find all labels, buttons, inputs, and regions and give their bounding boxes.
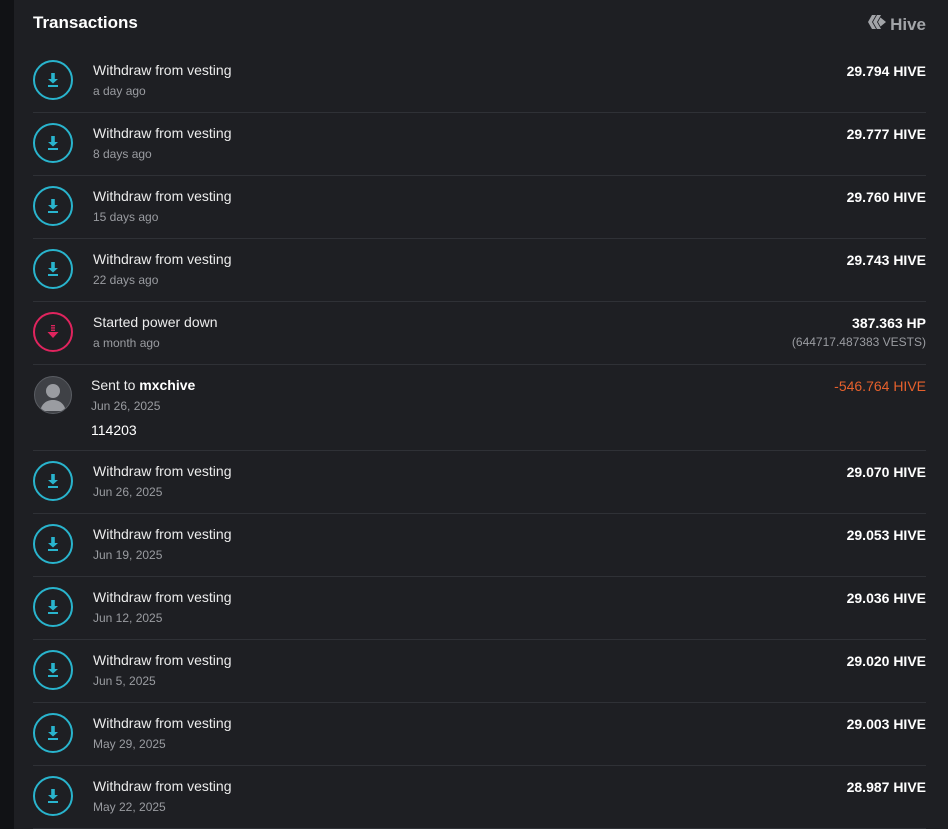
transaction-title: Withdraw from vesting [93, 188, 232, 204]
transaction-title: Started power down [93, 314, 218, 330]
transaction-amount: 29.794 HIVE [846, 63, 926, 79]
transaction-time: May 29, 2025 [93, 737, 166, 751]
transaction-row[interactable]: Withdraw from vesting Jun 12, 2025 29.03… [33, 577, 926, 640]
transaction-title: Withdraw from vesting [93, 526, 232, 542]
transaction-amount: -546.764 HIVE [834, 378, 926, 394]
transaction-title: Withdraw from vesting [93, 715, 232, 731]
panel-header: Transactions Hive [14, 0, 948, 50]
download-icon [33, 461, 73, 501]
transaction-amount: 29.020 HIVE [846, 653, 926, 669]
download-icon [33, 186, 73, 226]
transaction-amount: 29.036 HIVE [846, 590, 926, 606]
transaction-time: May 22, 2025 [93, 800, 166, 814]
avatar[interactable] [34, 376, 72, 414]
transaction-row[interactable]: Withdraw from vesting 22 days ago 29.743… [33, 239, 926, 302]
transaction-title: Withdraw from vesting [93, 251, 232, 267]
transaction-row[interactable]: Withdraw from vesting Jun 5, 2025 29.020… [33, 640, 926, 703]
transaction-row[interactable]: Withdraw from vesting Jun 26, 2025 29.07… [33, 451, 926, 514]
transaction-title: Withdraw from vesting [93, 125, 232, 141]
download-icon [33, 524, 73, 564]
brand-label: Hive [890, 14, 926, 34]
transaction-time: Jun 26, 2025 [91, 399, 161, 413]
transaction-row[interactable]: Withdraw from vesting 15 days ago 29.760… [33, 176, 926, 239]
transaction-time: 15 days ago [93, 210, 159, 224]
transaction-amount: 29.053 HIVE [846, 527, 926, 543]
transaction-title: Withdraw from vesting [93, 463, 232, 479]
panel-title: Transactions [33, 13, 138, 32]
transaction-row[interactable]: Withdraw from vesting a day ago 29.794 H… [33, 50, 926, 113]
transaction-amount: 387.363 HP [852, 315, 926, 331]
transaction-title: Withdraw from vesting [93, 589, 232, 605]
hive-logo-icon [868, 14, 890, 35]
transaction-memo: 114203 [91, 422, 137, 438]
transaction-title: Withdraw from vesting [93, 778, 232, 794]
transaction-time: a month ago [93, 336, 160, 350]
transaction-time: 8 days ago [93, 147, 152, 161]
transaction-row[interactable]: Withdraw from vesting May 29, 2025 29.00… [33, 703, 926, 766]
transaction-row[interactable]: Sent to mxchive Jun 26, 2025 114203 -546… [33, 365, 926, 451]
transactions-panel: Transactions Hive Withdraw from vesting … [14, 0, 948, 829]
transaction-amount: 29.760 HIVE [846, 189, 926, 205]
download-icon [33, 713, 73, 753]
power-down-icon [33, 312, 73, 352]
download-icon [33, 249, 73, 289]
transaction-time: Jun 19, 2025 [93, 548, 163, 562]
download-icon [33, 587, 73, 627]
transaction-amount: 29.070 HIVE [846, 464, 926, 480]
transaction-amount: 29.777 HIVE [846, 126, 926, 142]
transaction-title: Withdraw from vesting [93, 62, 232, 78]
transaction-title: Sent to mxchive [91, 377, 195, 393]
transaction-row[interactable]: Withdraw from vesting 8 days ago 29.777 … [33, 113, 926, 176]
download-icon [33, 60, 73, 100]
transaction-time: Jun 12, 2025 [93, 611, 163, 625]
transaction-time: 22 days ago [93, 273, 159, 287]
sent-prefix: Sent to [91, 377, 140, 393]
recipient-link[interactable]: mxchive [139, 377, 195, 393]
transaction-amount: 29.743 HIVE [846, 252, 926, 268]
transaction-amount: 28.987 HIVE [846, 779, 926, 795]
transaction-amount: 29.003 HIVE [846, 716, 926, 732]
transaction-list: Withdraw from vesting a day ago 29.794 H… [33, 50, 926, 829]
vests-amount: (644717.487383 VESTS) [791, 335, 926, 349]
download-icon [33, 776, 73, 816]
transaction-row[interactable]: Withdraw from vesting Jun 19, 2025 29.05… [33, 514, 926, 577]
transaction-time: a day ago [93, 84, 146, 98]
transaction-row[interactable]: Started power down a month ago 387.363 H… [33, 302, 926, 365]
transaction-time: Jun 26, 2025 [93, 485, 163, 499]
transaction-time: Jun 5, 2025 [93, 674, 156, 688]
transaction-title: Withdraw from vesting [93, 652, 232, 668]
transaction-row[interactable]: Withdraw from vesting May 22, 2025 28.98… [33, 766, 926, 829]
download-icon [33, 123, 73, 163]
hive-brand[interactable]: Hive [868, 14, 926, 35]
download-icon [33, 650, 73, 690]
